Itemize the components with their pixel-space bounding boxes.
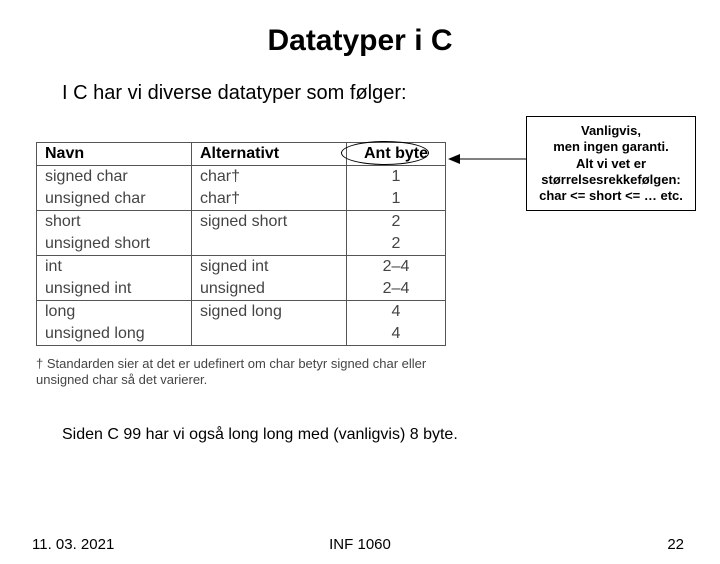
- cell-byte: 2–4: [347, 256, 446, 279]
- cell-alt: signed int: [192, 256, 347, 279]
- table-row: short signed short 2: [37, 211, 446, 234]
- cell-alt: [192, 233, 347, 256]
- table-header-row: Navn Alternativt Ant byte: [37, 143, 446, 166]
- cell-alt: signed short: [192, 211, 347, 234]
- table-footnote: † Standarden sier at det er udefinert om…: [36, 356, 446, 389]
- subtitle: I C har vi diverse datatyper som følger:: [62, 82, 720, 105]
- footer-page: 22: [667, 536, 684, 553]
- cell-alt: char†: [192, 166, 347, 189]
- cell-alt: char†: [192, 188, 347, 211]
- table-row: signed char char† 1: [37, 166, 446, 189]
- cell-byte: 2–4: [347, 278, 446, 301]
- table-row: long signed long 4: [37, 301, 446, 324]
- callout-line: Vanligvis,: [533, 123, 689, 139]
- slide: Datatyper i C I C har vi diverse datatyp…: [0, 24, 720, 564]
- cell-navn: unsigned short: [37, 233, 192, 256]
- datatype-table: Navn Alternativt Ant byte signed char ch…: [36, 142, 446, 346]
- footer-center: INF 1060: [0, 536, 720, 553]
- callout-line: Alt vi vet er: [533, 156, 689, 172]
- cell-alt: [192, 323, 347, 346]
- cell-navn: unsigned char: [37, 188, 192, 211]
- cell-byte: 4: [347, 323, 446, 346]
- table-row: unsigned long 4: [37, 323, 446, 346]
- table-row: unsigned short 2: [37, 233, 446, 256]
- below-note: Siden C 99 har vi også long long med (va…: [62, 426, 458, 444]
- cell-byte: 2: [347, 233, 446, 256]
- cell-byte: 2: [347, 211, 446, 234]
- cell-byte: 1: [347, 166, 446, 189]
- col-navn: Navn: [37, 143, 192, 166]
- cell-navn: unsigned int: [37, 278, 192, 301]
- datatype-table-wrap: Navn Alternativt Ant byte signed char ch…: [36, 142, 446, 389]
- cell-alt: unsigned: [192, 278, 347, 301]
- cell-navn: short: [37, 211, 192, 234]
- col-ant-byte-label: Ant byte: [364, 145, 428, 162]
- cell-navn: int: [37, 256, 192, 279]
- cell-alt: signed long: [192, 301, 347, 324]
- callout-box: Vanligvis, men ingen garanti. Alt vi vet…: [526, 116, 696, 211]
- callout-line: men ingen garanti.: [533, 139, 689, 155]
- cell-navn: unsigned long: [37, 323, 192, 346]
- col-ant-byte: Ant byte: [347, 143, 446, 166]
- callout-line: char <= short <= … etc.: [533, 188, 689, 204]
- col-alternativt: Alternativt: [192, 143, 347, 166]
- cell-byte: 4: [347, 301, 446, 324]
- cell-navn: signed char: [37, 166, 192, 189]
- cell-byte: 1: [347, 188, 446, 211]
- cell-navn: long: [37, 301, 192, 324]
- callout-line: størrelsesrekkefølgen:: [533, 172, 689, 188]
- table-row: int signed int 2–4: [37, 256, 446, 279]
- arrow-left-icon: [448, 152, 526, 166]
- table-row: unsigned int unsigned 2–4: [37, 278, 446, 301]
- page-title: Datatyper i C: [0, 24, 720, 58]
- table-row: unsigned char char† 1: [37, 188, 446, 211]
